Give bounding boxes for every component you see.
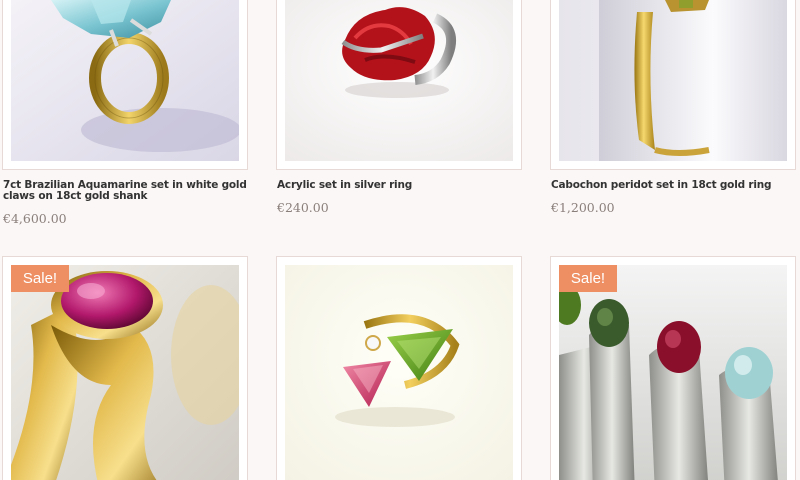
product-image-frame[interactable]: Sale! xyxy=(550,256,796,480)
product-card[interactable] xyxy=(276,256,522,480)
product-card[interactable]: 7ct Brazilian Aquamarine set in white go… xyxy=(2,0,248,226)
product-card[interactable]: Sale! xyxy=(2,256,248,480)
pink-tourmaline-gold-ring-photo[interactable] xyxy=(11,265,239,480)
product-image-frame[interactable] xyxy=(550,0,796,170)
red-acrylic-silver-ring-photo[interactable] xyxy=(285,0,513,161)
product-card[interactable]: Sale! xyxy=(550,256,796,480)
aquamarine-ring-photo[interactable] xyxy=(11,0,239,161)
gemstone-silver-rings-photo[interactable] xyxy=(559,265,787,480)
product-image-frame[interactable] xyxy=(276,256,522,480)
product-price: €1,200.00 xyxy=(551,200,615,215)
sale-badge: Sale! xyxy=(11,265,69,292)
product-price: €4,600.00 xyxy=(3,211,67,226)
product-grid: 7ct Brazilian Aquamarine set in white go… xyxy=(0,0,800,480)
sale-badge: Sale! xyxy=(559,265,617,292)
product-card[interactable]: Cabochon peridot set in 18ct gold ring €… xyxy=(550,0,796,215)
product-price: €240.00 xyxy=(277,200,329,215)
product-title[interactable]: Acrylic set in silver ring xyxy=(276,180,522,191)
product-card[interactable]: Acrylic set in silver ring €240.00 xyxy=(276,0,522,215)
peridot-gold-ring-photo[interactable] xyxy=(559,0,787,161)
product-image-frame[interactable] xyxy=(276,0,522,170)
product-image-frame[interactable] xyxy=(2,0,248,170)
product-title[interactable]: Cabochon peridot set in 18ct gold ring xyxy=(550,180,796,191)
product-title[interactable]: 7ct Brazilian Aquamarine set in white go… xyxy=(2,180,248,202)
tourmaline-peridot-diamond-ring-photo[interactable] xyxy=(285,265,513,480)
product-image-frame[interactable]: Sale! xyxy=(2,256,248,480)
